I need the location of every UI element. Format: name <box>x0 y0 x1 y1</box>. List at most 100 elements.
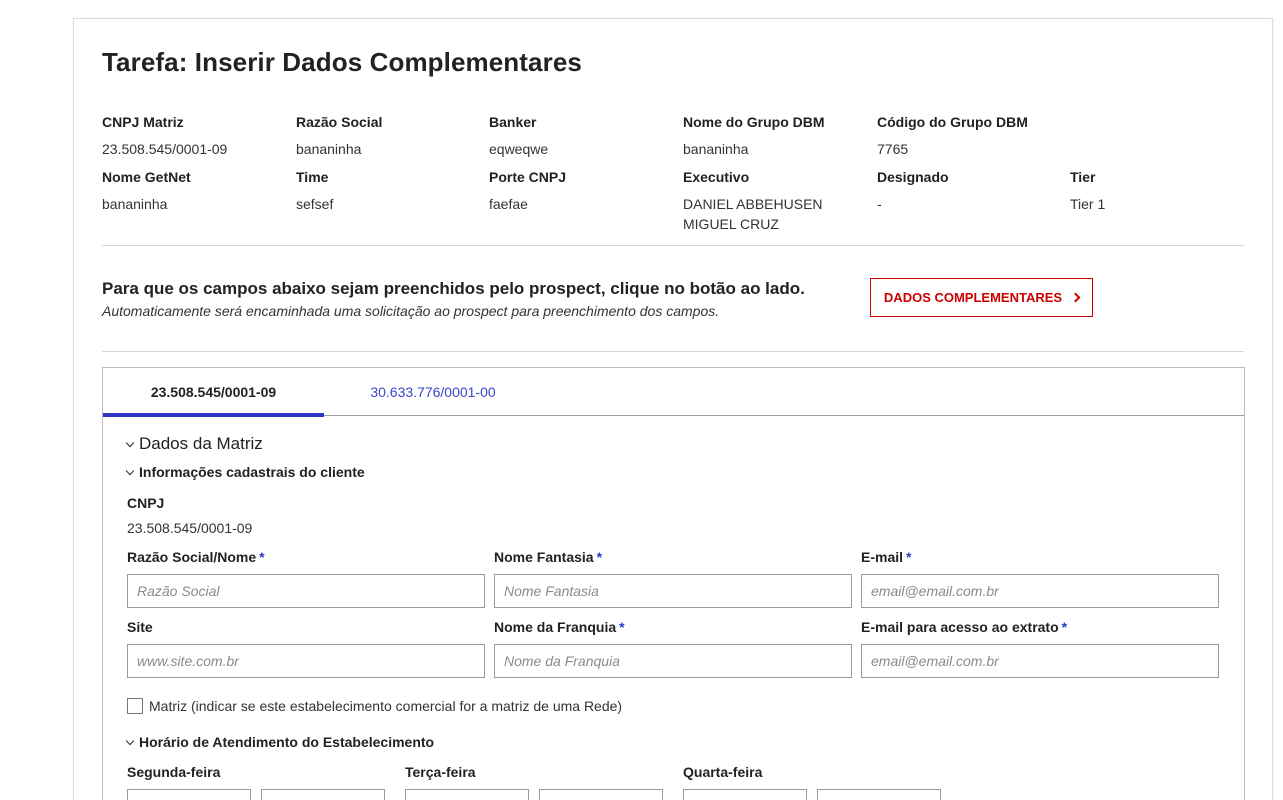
divider <box>102 351 1244 352</box>
cta-title: Para que os campos abaixo sejam preenchi… <box>102 279 805 298</box>
info-value: bananinha <box>683 141 749 157</box>
field-label: Razão Social/Nome * <box>127 549 265 565</box>
email-field: E-mail * <box>861 548 1219 608</box>
active-tab-indicator <box>103 413 324 417</box>
task-card: Tarefa: Inserir Dados Complementares CNP… <box>73 18 1273 800</box>
info-value: sefsef <box>296 196 334 212</box>
day-segunda: Segunda-feira <box>127 764 385 800</box>
razao-social-field: Razão Social/Nome * <box>127 548 485 608</box>
info-label: Tier <box>1070 169 1096 185</box>
opening-time-input[interactable] <box>683 789 807 800</box>
email-extrato-input[interactable] <box>861 644 1219 678</box>
info-razao-social: Razão Social bananinha <box>296 113 486 159</box>
day-quarta: Quarta-feira <box>683 764 941 800</box>
opening-time-input[interactable] <box>127 789 251 800</box>
day-label: Terça-feira <box>405 764 476 780</box>
info-label: Nome do Grupo DBM <box>683 114 825 130</box>
day-time-inputs <box>683 789 941 800</box>
info-tier: Tier Tier 1 <box>1070 168 1260 214</box>
info-banker: Banker eqweqwe <box>489 113 679 159</box>
info-nome-grupo-dbm: Nome do Grupo DBM bananinha <box>683 113 873 159</box>
info-codigo-grupo-dbm: Código do Grupo DBM 7765 <box>877 113 1067 159</box>
info-label: CNPJ Matriz <box>102 114 184 130</box>
tab-bar: 23.508.545/0001-09 30.633.776/0001-00 <box>103 368 1244 417</box>
closing-time-input[interactable] <box>261 789 385 800</box>
info-label: Designado <box>877 169 949 185</box>
day-terca: Terça-feira <box>405 764 663 800</box>
info-time: Time sefsef <box>296 168 486 214</box>
tab-label: 30.633.776/0001-00 <box>370 384 496 400</box>
info-value: Tier 1 <box>1070 196 1106 212</box>
info-label: Código do Grupo DBM <box>877 114 1028 130</box>
chevron-down-icon <box>125 466 135 475</box>
info-executivo: Executivo DANIEL ABBEHUSEN MIGUEL CRUZ <box>683 168 873 234</box>
info-value: faefae <box>489 196 528 212</box>
nome-franquia-input[interactable] <box>494 644 852 678</box>
section-toggle-horario[interactable]: Horário de Atendimento do Estabeleciment… <box>125 734 435 750</box>
matriz-checkbox-row: Matriz (indicar se este estabelecimento … <box>127 698 622 714</box>
nome-fantasia-input[interactable] <box>494 574 852 608</box>
matriz-checkbox[interactable] <box>127 698 143 714</box>
info-nome-getnet: Nome GetNet bananinha <box>102 168 292 214</box>
info-label: Banker <box>489 114 537 130</box>
info-value: 23.508.545/0001-09 <box>102 141 228 157</box>
closing-time-input[interactable] <box>539 789 663 800</box>
cta-subtitle: Automaticamente será encaminhada uma sol… <box>102 303 720 319</box>
info-label: Time <box>296 169 329 185</box>
razao-social-input[interactable] <box>127 574 485 608</box>
divider <box>102 245 1244 246</box>
site-input[interactable] <box>127 644 485 678</box>
chevron-down-icon <box>125 438 135 447</box>
day-time-inputs <box>405 789 663 800</box>
chevron-down-icon <box>125 736 135 745</box>
field-label: E-mail para acesso ao extrato * <box>861 619 1068 635</box>
section-title: Informações cadastrais do cliente <box>139 464 365 480</box>
info-value: bananinha <box>102 196 168 212</box>
section-title: Horário de Atendimento do Estabeleciment… <box>139 734 435 750</box>
required-marker: * <box>619 619 625 635</box>
chevron-right-icon <box>1070 292 1081 303</box>
day-label: Segunda-feira <box>127 764 221 780</box>
info-value: bananinha <box>296 141 362 157</box>
nome-franquia-field: Nome da Franquia * <box>494 618 852 678</box>
info-label: Razão Social <box>296 114 383 130</box>
day-label: Quarta-feira <box>683 764 763 780</box>
info-label: Nome GetNet <box>102 169 191 185</box>
page-title: Tarefa: Inserir Dados Complementares <box>102 47 582 77</box>
nome-fantasia-field: Nome Fantasia * <box>494 548 852 608</box>
field-label: E-mail * <box>861 549 912 565</box>
info-value: 7765 <box>877 141 909 157</box>
tab-cnpj-secondary[interactable]: 30.633.776/0001-00 <box>324 368 542 416</box>
info-value: DANIEL ABBEHUSEN MIGUEL CRUZ <box>683 196 823 232</box>
cnpj-value: 23.508.545/0001-09 <box>127 520 253 536</box>
required-marker: * <box>1061 619 1068 635</box>
day-time-inputs <box>127 789 385 800</box>
info-porte-cnpj: Porte CNPJ faefae <box>489 168 679 214</box>
section-toggle-dados-matriz[interactable]: Dados da Matriz <box>125 434 263 454</box>
dados-complementares-label: DADOS COMPLEMENTARES <box>883 290 1063 305</box>
dados-complementares-button[interactable]: DADOS COMPLEMENTARES <box>870 278 1093 317</box>
matriz-checkbox-label: Matriz (indicar se este estabelecimento … <box>149 698 623 714</box>
site-field: Site <box>127 618 485 678</box>
field-label: Nome Fantasia * <box>494 549 603 565</box>
email-extrato-field: E-mail para acesso ao extrato * <box>861 618 1219 678</box>
required-marker: * <box>906 549 912 565</box>
section-title: Dados da Matriz <box>139 434 263 453</box>
info-designado: Designado - <box>877 168 1067 214</box>
tab-cnpj-active[interactable]: 23.508.545/0001-09 <box>103 368 324 417</box>
tab-label: 23.508.545/0001-09 <box>150 384 277 400</box>
info-label: Executivo <box>683 169 750 185</box>
info-value: eqweqwe <box>489 141 549 157</box>
section-toggle-informacoes-cadastrais[interactable]: Informações cadastrais do cliente <box>125 464 365 480</box>
info-label: Porte CNPJ <box>489 169 567 185</box>
closing-time-input[interactable] <box>817 789 941 800</box>
required-marker: * <box>259 549 265 565</box>
field-label: Nome da Franquia * <box>494 619 625 635</box>
opening-time-input[interactable] <box>405 789 529 800</box>
email-input[interactable] <box>861 574 1219 608</box>
field-label: Site <box>127 619 153 635</box>
required-marker: * <box>596 549 603 565</box>
cnpj-label: CNPJ <box>127 495 165 511</box>
info-value: - <box>877 196 882 212</box>
cnpj-tabs-panel: 23.508.545/0001-09 30.633.776/0001-00 Da… <box>102 367 1245 800</box>
